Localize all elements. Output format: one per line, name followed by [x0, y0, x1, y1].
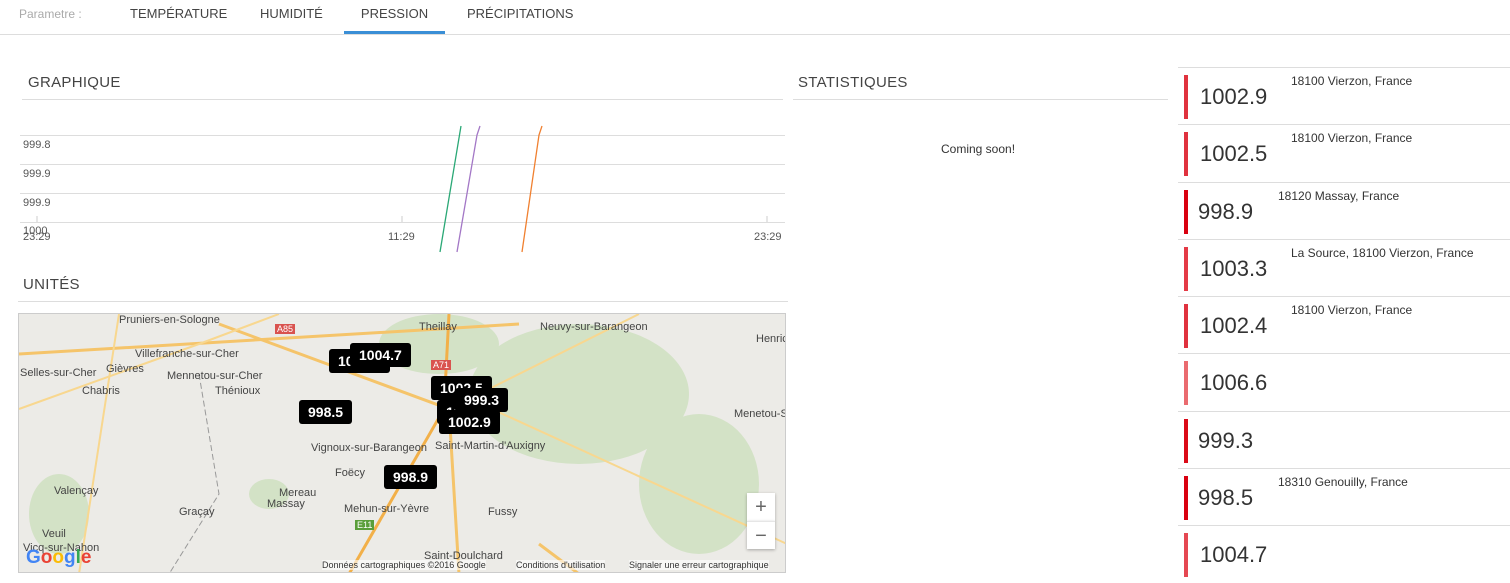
report-error-link[interactable]: Signaler une erreur cartographique [629, 560, 769, 570]
stats-title: STATISTIQUES [798, 74, 908, 91]
road-shield-a85: A85 [275, 324, 296, 334]
pressure-level-bar [1184, 418, 1188, 463]
map-place-label: Menetou-Sa [734, 408, 785, 420]
map-place-label: Selles-sur-Cher [20, 367, 97, 379]
station-address: 18100 Vierzon, France [1291, 131, 1413, 146]
pressure-value: 1004.7 [1200, 542, 1268, 568]
pressure-value: 998.5 [1198, 485, 1254, 511]
station-row[interactable]: 1003.3 La Source, 18100 Vierzon, France [1178, 238, 1510, 296]
map-place-label: Mehun-sur-Yèvre [344, 503, 429, 515]
series-line-purple [456, 125, 481, 253]
pressure-value: 1002.5 [1200, 141, 1268, 167]
map-place-label: Theillay [419, 321, 457, 333]
pressure-value: 1002.9 [1200, 84, 1268, 109]
pressure-level-bar [1184, 304, 1188, 349]
station-address: 18100 Vierzon, France [1291, 74, 1413, 88]
map-place-label: Thénioux [215, 385, 261, 397]
series-line-orange [521, 125, 543, 253]
map-place-label: Graçay [179, 506, 215, 518]
pressure-level-bar [1184, 533, 1188, 578]
map-place-label: Gièvres [106, 363, 144, 375]
station-address: 18310 Genouilly, France [1278, 475, 1408, 490]
map[interactable]: Pruniers-en-Sologne Theillay Neuvy-sur-B… [18, 313, 786, 573]
map-place-label: Valençay [54, 485, 99, 497]
station-address: La Source, 18100 Vierzon, France [1291, 245, 1474, 260]
station-row[interactable]: 1002.5 18100 Vierzon, France [1178, 124, 1510, 181]
pressure-value: 999.3 [1198, 427, 1254, 453]
station-row[interactable]: 998.5 18310 Genouilly, France [1178, 468, 1510, 525]
map-data-credit: Données cartographiques ©2016 Google [322, 560, 486, 570]
map-place-label: Chabris [82, 385, 120, 397]
map-place-label: Villefranche-sur-Cher [135, 348, 239, 360]
pressure-value: 1003.3 [1200, 255, 1268, 281]
pressure-level-bar [1184, 75, 1188, 119]
pressure-level-bar [1184, 476, 1188, 521]
map-marker[interactable]: 1004.7 [350, 343, 411, 367]
pressure-value: 998.9 [1198, 198, 1254, 224]
station-address: 18100 Vierzon, France [1291, 303, 1413, 318]
divider [793, 99, 1168, 100]
map-marker[interactable]: 998.5 [299, 400, 353, 424]
pressure-level-bar [1184, 246, 1188, 291]
map-place-label: Mennetou-sur-Cher [167, 370, 263, 382]
station-row[interactable]: 1006.6 [1178, 353, 1510, 410]
map-place-label: Veuil [42, 528, 66, 540]
station-row[interactable]: 1004.7 [1178, 525, 1510, 582]
pressure-value: 1006.6 [1200, 370, 1268, 396]
station-address: 18120 Massay, France [1278, 188, 1400, 203]
map-place-label: Foëcy [335, 467, 365, 479]
map-place-label: Fussy [488, 506, 518, 518]
zoom-in-button[interactable]: + [747, 493, 775, 521]
road-shield-e11: E11 [355, 520, 375, 530]
coming-soon-text: Coming soon! [941, 142, 1016, 156]
pressure-level-bar [1184, 189, 1188, 234]
chart-lines [36, 125, 768, 253]
map-place-label: Pruniers-en-Sologne [119, 314, 220, 326]
station-row[interactable]: 998.9 18120 Massay, France [1178, 181, 1510, 239]
road-shield-a71: A71 [431, 360, 452, 370]
map-place-label: Henric [756, 333, 786, 345]
station-list: 1002.9 18100 Vierzon, France 1002.5 1810… [1178, 67, 1510, 583]
station-row[interactable]: 999.3 [1178, 410, 1510, 468]
zoom-out-button[interactable]: − [747, 521, 775, 549]
google-logo: Google [26, 547, 92, 568]
map-place-label: Massay [267, 498, 305, 510]
series-line-green [439, 125, 462, 253]
map-marker[interactable]: 998.9 [384, 465, 438, 489]
map-marker[interactable]: 999.3 [455, 388, 509, 412]
pressure-value: 1002.4 [1200, 313, 1268, 339]
pressure-level-bar [1184, 132, 1188, 177]
station-row[interactable]: 1002.9 18100 Vierzon, France [1178, 67, 1510, 124]
pressure-level-bar [1184, 361, 1188, 406]
station-row[interactable]: 1002.4 18100 Vierzon, France [1178, 296, 1510, 353]
terms-link[interactable]: Conditions d'utilisation [516, 560, 606, 570]
map-place-label: Neuvy-sur-Barangeon [540, 321, 648, 333]
map-place-label: Vignoux-sur-Barangeon [311, 442, 427, 454]
map-place-label: Saint-Martin-d'Auxigny [435, 440, 546, 452]
map-marker[interactable]: 1002.9 [439, 410, 500, 434]
divider [18, 301, 788, 302]
units-title: UNITÉS [23, 276, 80, 293]
